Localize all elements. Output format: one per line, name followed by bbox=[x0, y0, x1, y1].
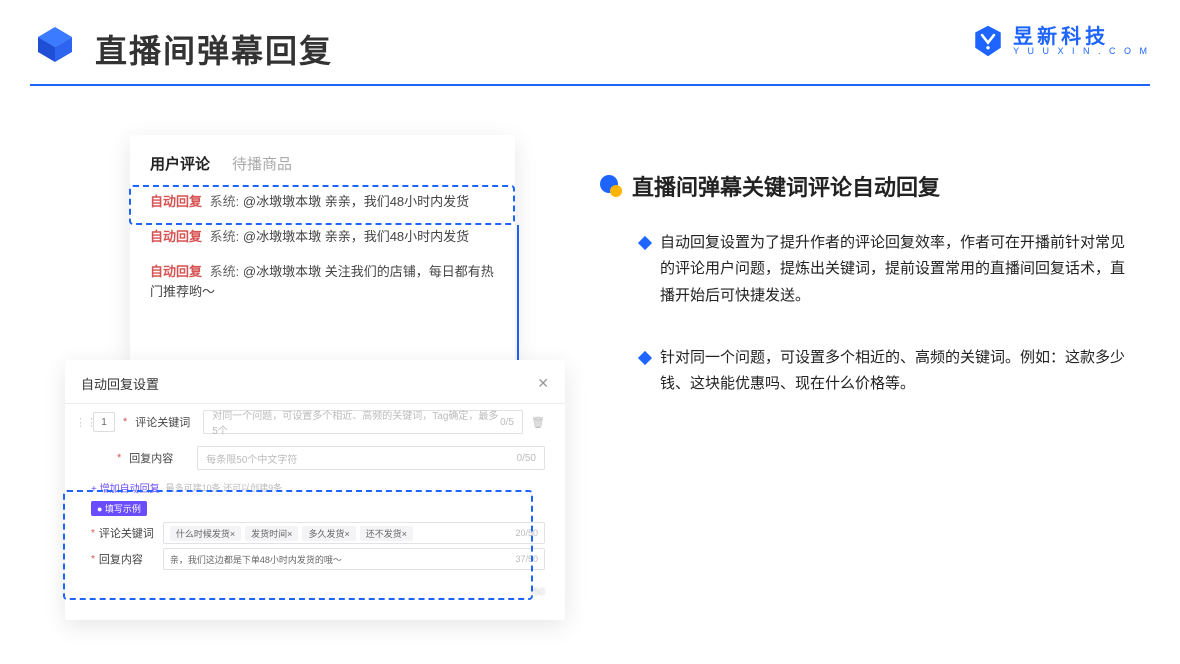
keyword-chip[interactable]: 发货时间× bbox=[245, 526, 298, 541]
bullet-item: 针对同一个问题，可设置多个相近的、高频的关键词。例如：这款多少钱、这块能优惠吗、… bbox=[600, 345, 1130, 398]
bullet-item: 自动回复设置为了提升作者的评论回复效率，作者可在开播前针对常见的评论用户问题，提… bbox=[600, 230, 1130, 309]
ex-content-label: 回复内容 bbox=[99, 551, 159, 567]
example-tag: ● 填写示例 bbox=[91, 501, 147, 516]
keyword-label: 评论关键词 bbox=[135, 414, 195, 430]
content-count: 0/50 bbox=[517, 453, 536, 464]
ex-keyword-label: 评论关键词 bbox=[99, 525, 159, 541]
header-rule bbox=[30, 84, 1150, 86]
tab-user-comments[interactable]: 用户评论 bbox=[150, 153, 210, 174]
content-label: 回复内容 bbox=[129, 450, 189, 466]
cube-icon bbox=[35, 24, 75, 64]
modal-title: 自动回复设置 bbox=[81, 374, 159, 393]
section-heading: 直播间弹幕关键词评论自动回复 bbox=[600, 170, 1130, 202]
comment-row: 自动回复 系统: @冰墩墩本墩 亲亲，我们48小时内发货 bbox=[150, 227, 495, 248]
brand-url: Y U U X I N . C O M bbox=[1013, 47, 1150, 56]
keyword-input[interactable]: 对同一个问题，可设置多个相近、高频的关键词，Tag确定，最多5个 0/5 bbox=[203, 410, 523, 434]
brand-mark-icon bbox=[971, 24, 1005, 58]
heading-bullet-icon bbox=[600, 175, 622, 197]
bullet-text: 自动回复设置为了提升作者的评论回复效率，作者可在开播前针对常见的评论用户问题，提… bbox=[660, 230, 1130, 309]
ex-keyword-count: 20/50 bbox=[515, 528, 538, 538]
blurred-count: /50 bbox=[531, 587, 545, 598]
example-keyword-row: * 评论关键词 什么时候发货× 发货时间× 多久发货× 还不发货× 20/50 bbox=[65, 520, 565, 546]
tab-pending-goods[interactable]: 待播商品 bbox=[232, 153, 292, 174]
example-keyword-input[interactable]: 什么时候发货× 发货时间× 多久发货× 还不发货× 20/50 bbox=[163, 522, 545, 544]
system-label: 系统: bbox=[210, 229, 240, 244]
auto-reply-tag: 自动回复 bbox=[150, 229, 202, 244]
keyword-placeholder: 对同一个问题，可设置多个相近、高频的关键词，Tag确定，最多5个 bbox=[212, 407, 500, 437]
comment-text: @冰墩墩本墩 亲亲，我们48小时内发货 bbox=[243, 229, 469, 244]
auto-reply-tag: 自动回复 bbox=[150, 264, 202, 279]
description-section: 直播间弹幕关键词评论自动回复 自动回复设置为了提升作者的评论回复效率，作者可在开… bbox=[600, 170, 1130, 433]
diamond-icon bbox=[638, 236, 652, 250]
keyword-chip[interactable]: 多久发货× bbox=[302, 526, 355, 541]
bullet-text: 针对同一个问题，可设置多个相近的、高频的关键词。例如：这款多少钱、这块能优惠吗、… bbox=[660, 345, 1130, 398]
comment-list: 自动回复 系统: @冰墩墩本墩 亲亲，我们48小时内发货 自动回复 系统: @冰… bbox=[150, 192, 495, 303]
add-link-hint: 最多可建10条 还可以创建9条 bbox=[166, 481, 283, 494]
comment-row: 自动回复 系统: @冰墩墩本墩 关注我们的店铺，每日都有热门推荐哟～ bbox=[150, 262, 495, 304]
required-star-icon: * bbox=[123, 416, 127, 428]
system-label: 系统: bbox=[210, 194, 240, 209]
required-star-icon: * bbox=[91, 528, 95, 539]
close-icon[interactable]: ✕ bbox=[537, 375, 549, 392]
page-title: 直播间弹幕回复 bbox=[95, 26, 333, 72]
system-label: 系统: bbox=[210, 264, 240, 279]
diamond-icon bbox=[638, 351, 652, 365]
screenshot-cluster: 用户评论 待播商品 自动回复 系统: @冰墩墩本墩 亲亲，我们48小时内发货 自… bbox=[55, 135, 570, 625]
comment-text: @冰墩墩本墩 亲亲，我们48小时内发货 bbox=[243, 194, 469, 209]
keyword-count: 0/5 bbox=[500, 417, 514, 428]
order-index: 1 bbox=[93, 412, 115, 432]
add-link-text: + 增加自动回复 bbox=[91, 480, 160, 495]
trash-icon[interactable]: 🗑 bbox=[531, 416, 545, 429]
keyword-chip[interactable]: 还不发货× bbox=[360, 526, 413, 541]
content-input[interactable]: 每条限50个中文字符 0/50 bbox=[197, 446, 545, 470]
section-heading-text: 直播间弹幕关键词评论自动回复 bbox=[632, 170, 940, 202]
add-auto-reply-link[interactable]: + 增加自动回复 最多可建10条 还可以创建9条 bbox=[65, 476, 565, 495]
comment-row: 自动回复 系统: @冰墩墩本墩 亲亲，我们48小时内发货 bbox=[150, 192, 495, 213]
ex-content-value: 亲，我们这边都是下单48小时内发货的哦～ bbox=[170, 553, 342, 566]
required-star-icon: * bbox=[91, 554, 95, 565]
drag-handle-icon[interactable]: ⋮⋮ bbox=[75, 416, 85, 429]
ex-content-count: 37/50 bbox=[515, 554, 538, 564]
content-placeholder: 每条限50个中文字符 bbox=[206, 451, 297, 466]
auto-reply-tag: 自动回复 bbox=[150, 194, 202, 209]
keyword-chip[interactable]: 什么时候发货× bbox=[170, 526, 241, 541]
example-content-row: * 回复内容 亲，我们这边都是下单48小时内发货的哦～ 37/50 bbox=[65, 546, 565, 572]
comments-panel: 用户评论 待播商品 自动回复 系统: @冰墩墩本墩 亲亲，我们48小时内发货 自… bbox=[130, 135, 515, 365]
example-content-input[interactable]: 亲，我们这边都是下单48小时内发货的哦～ 37/50 bbox=[163, 548, 545, 570]
tabs-row: 用户评论 待播商品 bbox=[150, 153, 495, 174]
brand-logo: 昱新科技 Y U U X I N . C O M bbox=[971, 24, 1150, 58]
auto-reply-settings-modal: 自动回复设置 ✕ ⋮⋮ 1 * 评论关键词 对同一个问题，可设置多个相近、高频的… bbox=[65, 360, 565, 620]
required-star-icon: * bbox=[117, 452, 121, 464]
keyword-row: ⋮⋮ 1 * 评论关键词 对同一个问题，可设置多个相近、高频的关键词，Tag确定… bbox=[65, 404, 565, 440]
content-row: * 回复内容 每条限50个中文字符 0/50 bbox=[65, 440, 565, 476]
brand-name: 昱新科技 bbox=[1013, 27, 1150, 47]
